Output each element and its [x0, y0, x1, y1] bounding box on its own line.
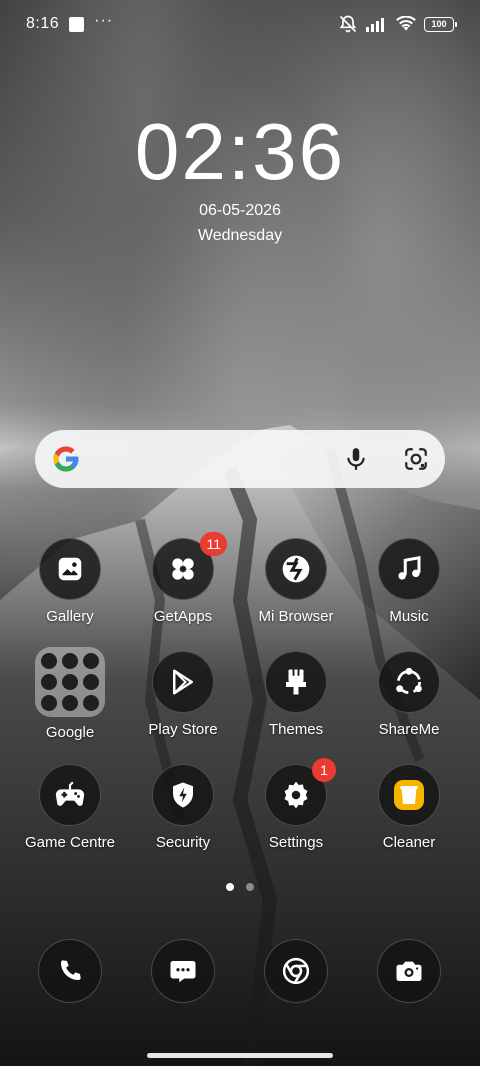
security-shield-icon: [152, 764, 214, 826]
themes-brush-icon: [265, 651, 327, 713]
phone-icon: [38, 939, 102, 1003]
app-mi-browser[interactable]: Mi Browser: [241, 538, 351, 625]
app-shareme[interactable]: ShareMe: [354, 651, 464, 738]
music-note-icon: [378, 538, 440, 600]
app-label: Google: [45, 724, 95, 741]
app-label: Gallery: [46, 608, 94, 625]
app-security[interactable]: Security: [128, 764, 238, 851]
google-folder-icon: [35, 647, 105, 717]
microphone-icon[interactable]: [343, 446, 369, 472]
notification-square-icon: [69, 16, 85, 32]
clock-weekday: Wednesday: [197, 227, 283, 244]
app-gallery[interactable]: Gallery: [15, 538, 125, 625]
gamepad-icon: [39, 764, 101, 826]
messages-icon: [151, 939, 215, 1003]
app-label: Cleaner: [382, 834, 436, 851]
google-logo-icon: [53, 446, 79, 472]
app-label: Security: [155, 834, 211, 851]
status-bar: 8:16 ··· 100: [0, 0, 480, 48]
bell-muted-icon: [339, 15, 357, 33]
gesture-nav-handle[interactable]: [147, 1053, 333, 1058]
app-settings[interactable]: 1 Settings: [241, 758, 351, 851]
app-label: GetApps: [153, 608, 213, 625]
signal-icon: [366, 18, 384, 32]
app-label: Themes: [268, 721, 324, 738]
mi-browser-icon: [265, 538, 327, 600]
play-store-icon: [152, 651, 214, 713]
cleaner-bin-icon: [378, 764, 440, 826]
dock-messages[interactable]: [128, 939, 238, 1003]
battery-icon: 100: [424, 16, 457, 32]
app-play-store[interactable]: Play Store: [128, 651, 238, 738]
app-cleaner[interactable]: Cleaner: [354, 764, 464, 851]
app-label: Mi Browser: [258, 608, 334, 625]
getapps-icon: 11: [152, 532, 227, 600]
app-label: ShareMe: [378, 721, 440, 738]
page-dot-active[interactable]: [226, 883, 234, 891]
dock-chrome[interactable]: [241, 939, 351, 1003]
app-getapps[interactable]: 11 GetApps: [128, 532, 238, 625]
notification-badge: 1: [312, 758, 336, 782]
google-lens-icon[interactable]: [403, 446, 429, 472]
gallery-icon: [39, 538, 101, 600]
camera-icon: [377, 939, 441, 1003]
chrome-icon: [264, 939, 328, 1003]
page-indicator: [0, 883, 480, 891]
app-label: Music: [389, 608, 429, 625]
app-themes[interactable]: Themes: [241, 651, 351, 738]
clock-time[interactable]: 02:36: [0, 112, 480, 192]
wifi-icon: [396, 16, 416, 31]
app-music[interactable]: Music: [354, 538, 464, 625]
dock-camera[interactable]: [354, 939, 464, 1003]
status-overflow-dots: ···: [94, 12, 114, 29]
settings-gear-icon: 1: [265, 758, 336, 826]
folder-google[interactable]: Google: [15, 647, 125, 741]
google-search-bar[interactable]: [35, 430, 445, 488]
notification-badge: 11: [200, 532, 227, 556]
shareme-icon: [378, 651, 440, 713]
app-label: Game Centre: [24, 834, 116, 851]
status-time: 8:16: [26, 15, 60, 32]
battery-level: 100: [431, 19, 447, 29]
app-label: Play Store: [148, 721, 218, 738]
dock-phone[interactable]: [15, 939, 125, 1003]
app-game-centre[interactable]: Game Centre: [15, 764, 125, 851]
clock-date: 06-05-2026: [199, 202, 281, 219]
app-label: Settings: [268, 834, 324, 851]
page-dot[interactable]: [246, 883, 254, 891]
